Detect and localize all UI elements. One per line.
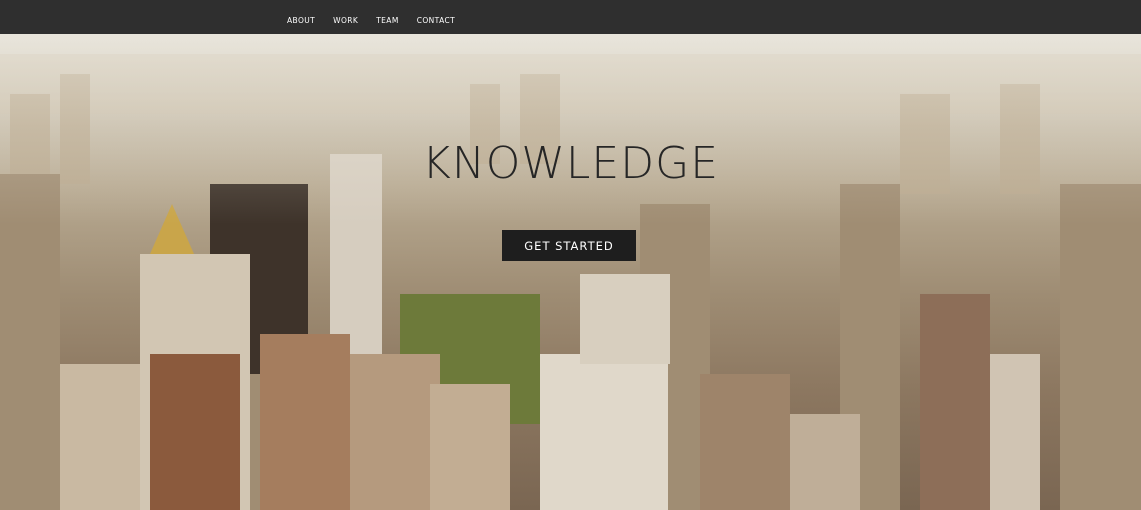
nav-menu: ABOUT WORK TEAM CONTACT	[287, 0, 473, 34]
nav-item-team: TEAM	[376, 8, 417, 27]
nav-item-contact: CONTACT	[417, 8, 473, 27]
nav-link-work[interactable]: WORK	[333, 16, 358, 25]
nav-item-work: WORK	[333, 8, 376, 27]
hero-title: KNOWLEDGE	[422, 138, 719, 189]
nav-link-contact[interactable]: CONTACT	[417, 16, 455, 25]
get-started-button[interactable]: GET STARTED	[502, 230, 636, 261]
hero-haze-overlay	[0, 34, 1141, 510]
nav-item-about: ABOUT	[287, 8, 333, 27]
nav-link-team[interactable]: TEAM	[376, 16, 399, 25]
hero-section: KNOWLEDGE GET STARTED	[0, 34, 1141, 510]
top-navbar: ABOUT WORK TEAM CONTACT	[0, 0, 1141, 34]
nav-link-about[interactable]: ABOUT	[287, 16, 315, 25]
